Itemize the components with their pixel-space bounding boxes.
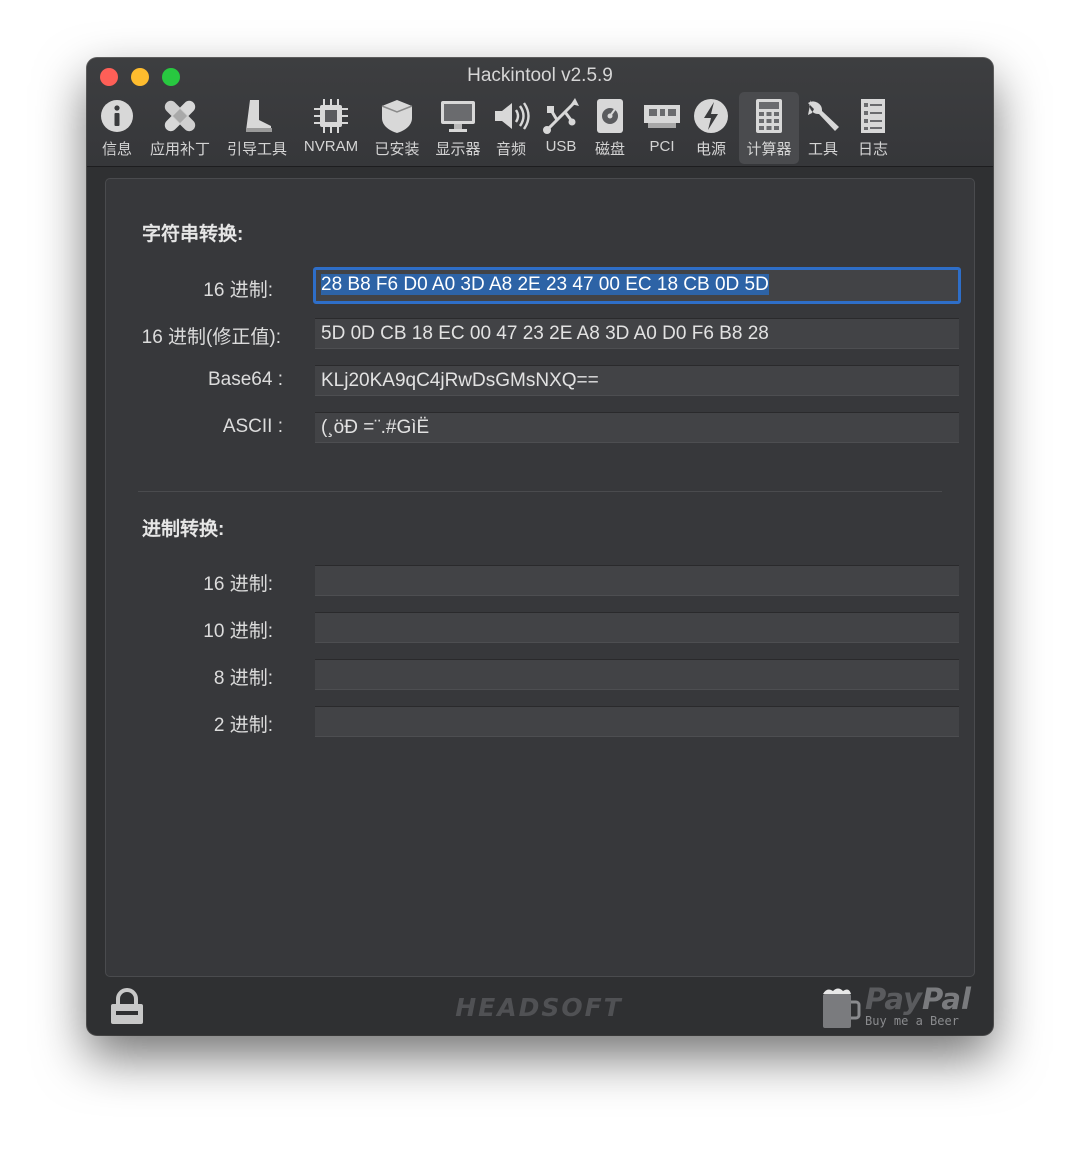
base64-field[interactable]: KLj20KA9qC4jRwDsGMsNXQ==: [315, 365, 959, 396]
base8-field[interactable]: [315, 659, 959, 690]
paypal-pal: Pal: [921, 982, 971, 1016]
pci-card-icon: [644, 105, 680, 128]
hex-label: 16 进制:: [203, 280, 273, 301]
toolbar-label: 工具: [807, 141, 838, 158]
toolbar-label: 磁盘: [594, 141, 625, 158]
calculator-panel: 字符串转换: 16 进制: 28 B8 F6 D0 A0 3D A8 2E 23…: [105, 178, 975, 977]
window-title: Hackintool v2.5.9: [467, 65, 613, 86]
string-conversion-title: 字符串转换:: [142, 224, 244, 245]
toolbar-item-power[interactable]: 电源: [691, 92, 731, 164]
base16-field[interactable]: [315, 565, 959, 596]
toolbar-label: 计算器: [746, 141, 792, 158]
paypal-wordmark: PayPal: [865, 982, 971, 1016]
paypal-pay: Pay: [865, 982, 922, 1016]
toolbar-item-info[interactable]: 信息: [97, 92, 137, 164]
beer-mug-icon: [823, 988, 861, 1028]
hex-fixed-label: 16 进制(修正值):: [141, 327, 281, 348]
speaker-icon: [495, 102, 530, 130]
paypal-donate-button[interactable]: PayPal Buy me a Beer: [821, 982, 971, 1032]
app-window: Hackintool v2.5.9 信息 应用补丁 引导工具 NVRAM 已安装…: [87, 58, 993, 1035]
toolbar-item-boot[interactable]: 引导工具: [223, 92, 291, 164]
headsoft-logo: HEADSOFT: [455, 993, 623, 1022]
toolbar-label: PCI: [649, 138, 675, 155]
hex-fixed-field[interactable]: 5D 0D CB 18 EC 00 47 23 2E A8 3D A0 D0 F…: [315, 318, 959, 349]
toolbar-item-calculator[interactable]: 计算器: [739, 92, 799, 164]
wrench-icon: [808, 100, 839, 131]
toolbar-item-audio[interactable]: 音频: [491, 92, 531, 164]
toolbar-label: USB: [545, 138, 577, 155]
monitor-icon: [441, 101, 475, 132]
base8-label: 8 进制:: [213, 668, 273, 689]
toolbar-item-usb[interactable]: USB: [541, 92, 581, 164]
chip-icon: [314, 99, 348, 133]
toolbar-item-pci[interactable]: PCI: [642, 92, 682, 164]
toolbar-item-tools[interactable]: 工具: [803, 92, 843, 164]
base2-field[interactable]: [315, 706, 959, 737]
calculator-icon: [756, 99, 782, 133]
base2-label: 2 进制:: [213, 715, 273, 736]
section-divider: [138, 491, 942, 492]
toolbar-item-patch[interactable]: 应用补丁: [147, 92, 213, 164]
toolbar-label: 显示器: [435, 141, 481, 158]
base10-label: 10 进制:: [203, 621, 273, 642]
paypal-subtitle: Buy me a Beer: [865, 1014, 959, 1028]
log-icon: [861, 99, 885, 133]
usb-icon: [543, 98, 579, 134]
toolbar-item-disk[interactable]: 磁盘: [590, 92, 630, 164]
toolbar-item-log[interactable]: 日志: [853, 92, 893, 164]
boot-icon: [246, 100, 272, 132]
disk-icon: [597, 99, 623, 133]
base64-label: Base64 :: [208, 369, 283, 390]
toolbar-item-installed[interactable]: 已安装: [371, 92, 423, 164]
hex-string-field[interactable]: 28 B8 F6 D0 A0 3D A8 2E 23 47 00 EC 18 C…: [313, 267, 961, 304]
base16-label: 16 进制:: [203, 574, 273, 595]
toolbar-label: 应用补丁: [149, 141, 210, 158]
ascii-field[interactable]: (¸öÐ =¨.#GìË: [315, 412, 959, 443]
title-bar: Hackintool v2.5.9 信息 应用补丁 引导工具 NVRAM 已安装…: [87, 58, 993, 167]
toolbar-label: 电源: [695, 141, 726, 158]
toolbar-label: NVRAM: [303, 138, 359, 155]
toolbar-label: 日志: [857, 141, 888, 158]
base-conversion-title: 进制转换:: [142, 519, 225, 540]
installed-icon: [381, 100, 413, 133]
toolbar-label: 信息: [101, 141, 132, 158]
toolbar-item-nvram[interactable]: NVRAM: [301, 92, 361, 164]
info-icon: [101, 100, 133, 132]
toolbar-label: 已安装: [374, 141, 420, 158]
bandage-icon: [164, 100, 196, 132]
hex-string-value: 28 B8 F6 D0 A0 3D A8 2E 23 47 00 EC 18 C…: [321, 274, 769, 295]
toolbar-label: 音频: [495, 141, 526, 158]
base10-field[interactable]: [315, 612, 959, 643]
lock-icon[interactable]: [109, 988, 145, 1026]
power-icon: [694, 99, 728, 133]
toolbar-item-display[interactable]: 显示器: [432, 92, 484, 164]
toolbar-label: 引导工具: [226, 141, 287, 158]
ascii-label: ASCII :: [222, 416, 283, 437]
